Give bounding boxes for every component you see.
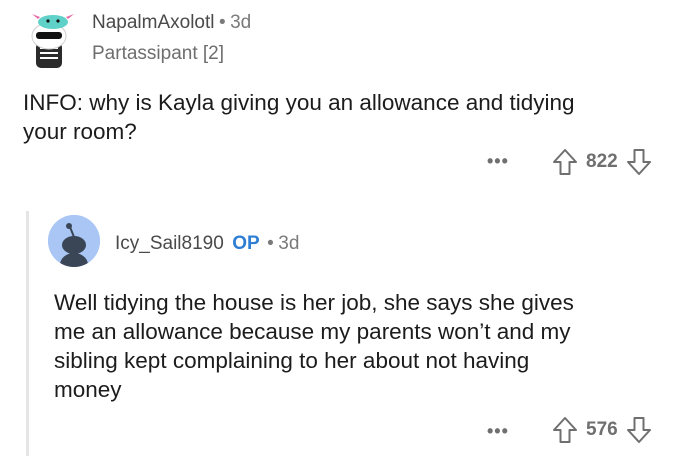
comment2-body-line: money xyxy=(54,377,122,402)
thread-line[interactable] xyxy=(26,211,29,456)
comment1-time: 3d xyxy=(230,12,252,33)
downvote-arrow-icon[interactable] xyxy=(626,148,652,176)
comment2-vote-bar: 576 xyxy=(552,416,652,444)
comment1-body-line: your room? xyxy=(23,119,137,144)
more-options-button[interactable]: ••• xyxy=(487,151,509,172)
comment2-body: Well tidying the house is her job, she s… xyxy=(54,288,684,404)
comment1-actions: ••• xyxy=(487,151,509,172)
comment1-vote-bar: 822 xyxy=(552,148,652,176)
upvote-arrow-icon[interactable] xyxy=(552,148,578,176)
comment2-body-line: me an allowance because my parents won’t… xyxy=(54,319,571,344)
comment2-body-line: sibling kept complaining to her about no… xyxy=(54,348,530,373)
snoo-avatar-icon[interactable] xyxy=(48,215,100,267)
comment1-body: INFO: why is Kayla giving you an allowan… xyxy=(23,88,683,146)
comment1-username[interactable]: NapalmAxolotl xyxy=(92,12,215,33)
comment1-header: NapalmAxolotl • 3d xyxy=(92,12,251,34)
comment2-time: 3d xyxy=(278,233,300,254)
comment2-username[interactable]: Icy_Sail8190 xyxy=(115,233,224,254)
comment1-flair: Partassipant [2] xyxy=(92,43,225,64)
comment1-body-line: INFO: why is Kayla giving you an allowan… xyxy=(23,90,575,115)
comment1-separator: • xyxy=(218,12,226,33)
comment2-separator: • xyxy=(267,233,274,254)
comment2-score: 576 xyxy=(586,419,618,440)
downvote-arrow-icon[interactable] xyxy=(626,416,652,444)
comment2-actions: ••• xyxy=(487,421,509,442)
op-badge: OP xyxy=(232,233,260,254)
axolotl-avatar-icon[interactable] xyxy=(22,12,80,70)
more-options-button[interactable]: ••• xyxy=(487,421,509,442)
comment2-header: Icy_Sail8190 OP • 3d xyxy=(115,233,299,255)
comment1-score: 822 xyxy=(586,151,618,172)
comment2-body-line: Well tidying the house is her job, she s… xyxy=(54,290,574,315)
upvote-arrow-icon[interactable] xyxy=(552,416,578,444)
